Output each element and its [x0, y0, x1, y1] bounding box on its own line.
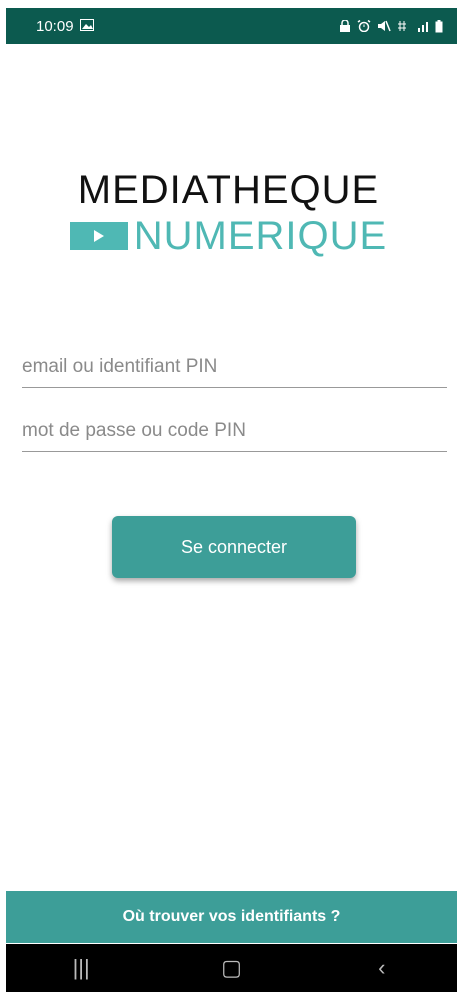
logo-subtitle-row: NUMERIQUE — [0, 214, 457, 258]
password-field[interactable] — [22, 411, 447, 452]
status-icons — [339, 19, 443, 33]
battery-icon — [435, 19, 443, 32]
status-bar: 10:09 — [6, 8, 457, 44]
alarm-icon — [357, 20, 371, 32]
play-icon — [69, 222, 128, 250]
find-credentials-link[interactable]: Où trouver vos identifiants ? — [6, 891, 457, 943]
recents-icon[interactable]: ||| — [51, 955, 111, 981]
email-field[interactable] — [22, 347, 447, 388]
navigation-bar: ||| ▢ ‹ — [6, 944, 457, 992]
login-button[interactable]: Se connecter — [112, 516, 356, 578]
mediatheque-logo: MEDIATHEQUE NUMERIQUE — [0, 168, 457, 258]
logo-title: MEDIATHEQUE — [77, 168, 380, 212]
back-icon[interactable]: ‹ — [352, 955, 412, 981]
gallery-icon — [79, 18, 94, 35]
signal-icon — [418, 22, 428, 32]
logo-subtitle: NUMERIQUE — [133, 214, 388, 258]
lock-icon — [340, 20, 350, 32]
status-time: 10:09 — [36, 17, 74, 35]
home-icon[interactable]: ▢ — [201, 955, 261, 981]
mute-icon — [378, 20, 391, 32]
network-icon — [398, 21, 406, 31]
